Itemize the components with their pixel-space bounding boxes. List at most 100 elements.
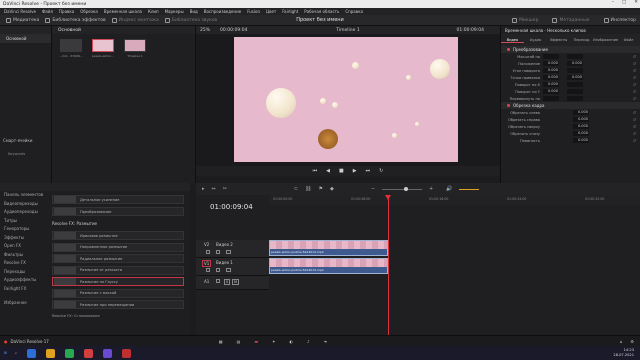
param-value-x[interactable] — [543, 96, 559, 101]
auto-select-icon[interactable] — [216, 250, 220, 254]
zoom-out-icon[interactable]: − — [371, 186, 375, 192]
reset-icon[interactable]: ↺ — [633, 68, 636, 73]
fx-item[interactable]: Ирисовое размытие — [52, 231, 184, 240]
fx-item[interactable]: Размытие с маской — [52, 288, 184, 298]
play-icon[interactable]: ▶ — [353, 168, 357, 174]
param-value-x[interactable]: 0.000 — [573, 117, 589, 122]
snapping-icon[interactable]: ⊂ — [294, 186, 298, 192]
fx-tree-item[interactable]: Генераторы — [0, 225, 50, 234]
menu-item[interactable]: Справка — [345, 9, 363, 14]
start-icon[interactable]: ⊞ — [4, 351, 7, 355]
enable-dot-icon[interactable] — [507, 48, 510, 51]
fx-tree-item[interactable]: Аудиопереходы — [0, 208, 50, 217]
taskbar-app-icon[interactable] — [27, 348, 37, 358]
trim-tool-icon[interactable]: ⇔ — [212, 186, 216, 192]
effects-library-button[interactable]: Библиотека эффектов — [45, 17, 106, 23]
param-value-x[interactable]: 0.000 — [543, 82, 559, 87]
timeline-thumb[interactable] — [124, 39, 146, 52]
timeline-clip-v1[interactable]: pexels-anton-pvdms-5424014.mp4 — [269, 258, 388, 274]
menu-item[interactable]: Маркеры — [165, 9, 184, 14]
lock-icon[interactable] — [206, 268, 210, 272]
fx-tree-item[interactable]: Resolve FX — [0, 259, 50, 268]
playhead[interactable] — [385, 195, 391, 335]
last-frame-icon[interactable]: ⏭ — [366, 168, 371, 174]
fx-item[interactable]: Радиальное размытие — [52, 254, 184, 263]
fx-item[interactable]: Размытие по Гауссу — [52, 277, 184, 286]
auto-select-icon[interactable] — [216, 268, 220, 272]
fx-tree-item[interactable]: Фильтры — [0, 251, 50, 260]
zoom-slider[interactable] — [382, 186, 423, 191]
fx-tree-item[interactable]: Титры — [0, 217, 50, 226]
mute-button[interactable]: M — [232, 279, 240, 285]
inspector-tab[interactable]: Аудио — [524, 38, 547, 42]
page-edit-icon[interactable]: ▬ — [254, 339, 258, 344]
volume-icon[interactable]: 🔊 — [446, 186, 452, 192]
fx-tree-item[interactable]: Избранное — [0, 299, 50, 308]
reset-icon[interactable]: ↺ — [633, 96, 636, 101]
param-value-y[interactable]: 0.000 — [567, 75, 583, 80]
menu-item[interactable]: Файл — [42, 9, 53, 14]
media-pool-button[interactable]: Медиатека — [6, 17, 39, 23]
menu-item[interactable]: Воспроизведение — [204, 9, 241, 14]
menu-item[interactable]: Вид — [190, 9, 198, 14]
menu-item[interactable]: Fusion — [247, 9, 260, 14]
video-frame[interactable] — [234, 37, 458, 162]
lock-icon[interactable] — [206, 250, 210, 254]
param-value-x[interactable]: 0.000 — [573, 124, 589, 129]
loop-icon[interactable]: ↻ — [379, 168, 383, 174]
reset-icon[interactable]: ↺ — [633, 124, 636, 129]
param-value-x[interactable]: 0.000 — [573, 138, 589, 143]
menu-item[interactable]: Правка — [59, 9, 74, 14]
reset-icon[interactable]: ↺ — [633, 75, 636, 80]
menu-item[interactable]: Временная шкала — [104, 9, 142, 14]
solo-button[interactable]: S — [224, 279, 231, 285]
reset-icon[interactable]: ↺ — [633, 54, 636, 59]
fx-tree-item[interactable]: Видеопереходы — [0, 200, 50, 209]
page-deliver-icon[interactable]: ➜ — [324, 339, 327, 344]
param-value-x[interactable] — [543, 54, 559, 59]
taskbar-app-icon[interactable] — [84, 348, 94, 358]
menu-item[interactable]: Клип — [148, 9, 159, 14]
timeline-ruler[interactable]: 01:00:00:00 01:00:08:00 01:00:16:00 01:00:2… — [269, 195, 640, 205]
media-pool-tab[interactable]: Основной — [52, 26, 195, 34]
track-header-v2[interactable]: V2 Видео 2 — [196, 240, 269, 258]
track-header-a1[interactable]: A1 S M — [196, 276, 269, 290]
maximize-icon[interactable]: □ — [622, 0, 626, 5]
smart-bin-keywords[interactable]: Keywords — [8, 152, 25, 156]
fx-item[interactable]: Размытие при перемещении — [52, 300, 184, 309]
param-value-y[interactable]: 0.000 — [567, 61, 583, 66]
reset-icon[interactable]: ↺ — [633, 131, 636, 136]
param-value-y[interactable] — [567, 89, 583, 94]
enable-dot-icon[interactable] — [507, 104, 510, 107]
crop-section[interactable]: Обрезка кадра — [501, 102, 640, 109]
param-value-x[interactable]: 0.000 — [573, 110, 589, 115]
param-value-x[interactable]: 0.000 — [543, 89, 559, 94]
inspector-button[interactable]: Инспектор — [603, 17, 636, 23]
menu-item[interactable]: DaVinci Resolve — [4, 9, 36, 14]
page-media-icon[interactable]: ▦ — [219, 339, 223, 344]
page-fairlight-icon[interactable]: ♪ — [307, 339, 310, 344]
fx-tree-item[interactable]: Аудиоэффекты — [0, 276, 50, 285]
page-cut-icon[interactable]: ▤ — [237, 339, 241, 344]
menu-item[interactable]: Обрезка — [80, 9, 98, 14]
sound-library-button[interactable]: Библиотека звуков — [164, 17, 217, 23]
clip-thumb-2[interactable] — [92, 39, 114, 52]
search-icon[interactable]: ⌕ — [15, 351, 17, 355]
param-value-x[interactable]: 0.000 — [543, 75, 559, 80]
mixer-button[interactable]: Микшер — [512, 17, 538, 23]
menu-item[interactable]: Fairlight — [282, 9, 298, 14]
inspector-tab[interactable]: Эффекты — [547, 38, 570, 42]
page-fusion-icon[interactable]: ✦ — [272, 339, 275, 344]
timeline-selector[interactable]: Timeline 1 — [196, 28, 500, 33]
fx-tree-item[interactable]: Fairlight FX — [0, 285, 50, 294]
zoom-in-icon[interactable]: + — [429, 186, 433, 192]
edit-index-button[interactable]: Индекс монтажа — [111, 17, 159, 23]
fx-tree-item[interactable]: Панель элементов — [0, 191, 50, 200]
menu-item[interactable]: Цвет — [266, 9, 276, 14]
param-value-y[interactable] — [567, 96, 583, 101]
param-value-x[interactable]: 0.000 — [573, 131, 589, 136]
fx-tree-item[interactable]: Переходы — [0, 268, 50, 277]
param-value-y[interactable] — [567, 68, 583, 73]
link-icon[interactable]: ⛓ — [305, 186, 311, 192]
track-visibility-icon[interactable] — [226, 250, 231, 254]
